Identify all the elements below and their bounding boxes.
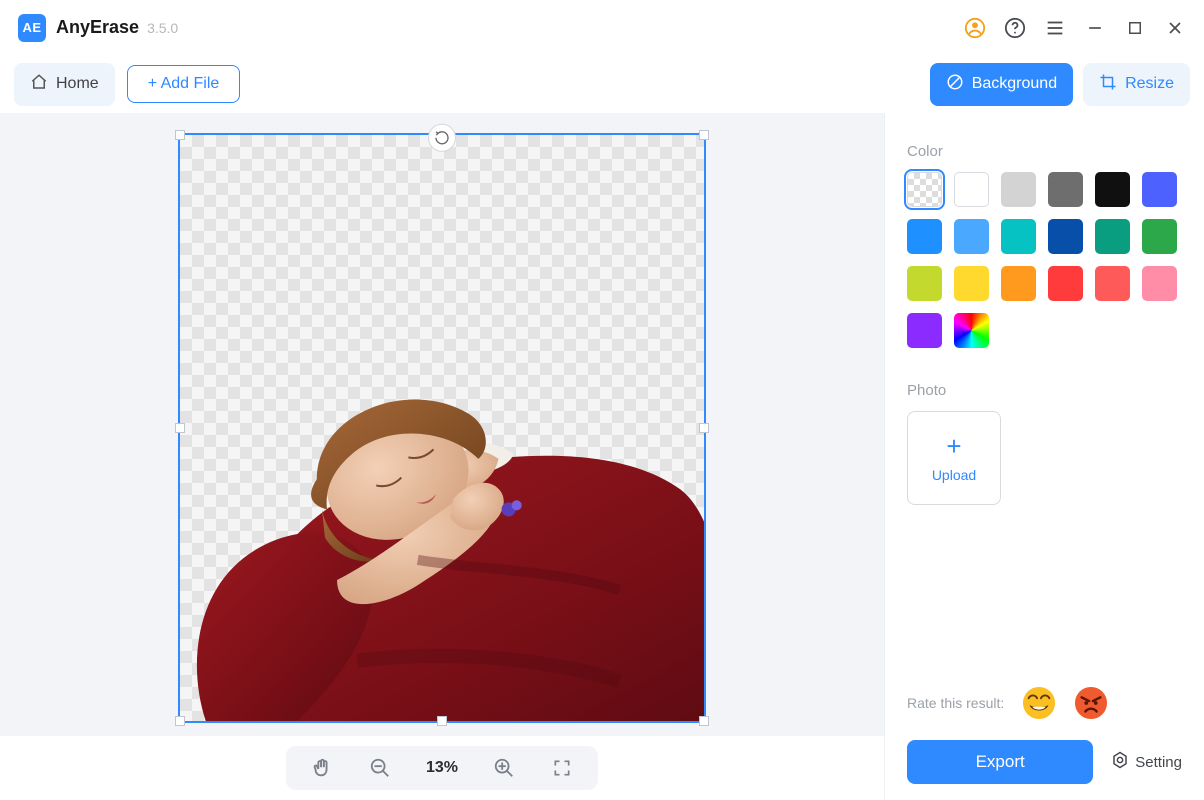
export-label: Export (976, 752, 1025, 772)
plus-icon: + (946, 433, 961, 459)
color-swatch-lime[interactable] (907, 266, 942, 301)
home-label: Home (56, 75, 99, 93)
export-button[interactable]: Export (907, 740, 1093, 784)
zoom-out-icon[interactable] (368, 756, 392, 780)
color-swatch-blue[interactable] (907, 219, 942, 254)
color-swatch-pink[interactable] (1142, 266, 1177, 301)
zoom-value: 13% (426, 759, 458, 777)
color-swatch-orange[interactable] (1001, 266, 1036, 301)
selection-handle[interactable] (699, 130, 709, 140)
selection-handle[interactable] (699, 716, 709, 726)
color-swatch-purple[interactable] (907, 313, 942, 348)
toolbar: Home + Add File Background Resize (0, 55, 1204, 113)
close-icon[interactable] (1164, 17, 1186, 39)
maximize-icon[interactable] (1124, 17, 1146, 39)
color-swatch-transparent[interactable] (907, 172, 942, 207)
setting-button[interactable]: Setting (1111, 751, 1182, 773)
minimize-icon[interactable] (1084, 17, 1106, 39)
color-swatch-light-gray[interactable] (1001, 172, 1036, 207)
crop-icon (1099, 73, 1117, 96)
upload-button[interactable]: + Upload (907, 411, 1001, 505)
color-section-label: Color (907, 143, 1182, 160)
home-button[interactable]: Home (14, 63, 115, 106)
app-name: AnyErase (56, 17, 139, 38)
background-icon (946, 73, 964, 96)
background-button[interactable]: Background (930, 63, 1073, 106)
subject-cutout (180, 358, 704, 721)
color-swatch-cyan[interactable] (1001, 219, 1036, 254)
color-swatch-indigo[interactable] (1142, 172, 1177, 207)
selection-handle[interactable] (175, 130, 185, 140)
color-swatch-green[interactable] (1142, 219, 1177, 254)
titlebar: AE AnyErase 3.5.0 (0, 0, 1204, 55)
setting-label: Setting (1135, 754, 1182, 771)
pan-hand-icon[interactable] (310, 756, 334, 780)
add-file-label: + Add File (148, 75, 220, 93)
app-logo: AE (18, 14, 46, 42)
add-file-button[interactable]: + Add File (127, 65, 241, 103)
color-swatch-sky[interactable] (954, 219, 989, 254)
rotate-handle-icon[interactable] (428, 124, 456, 152)
right-panel: Color Photo + Upload Rate this result: E (884, 113, 1204, 800)
rate-label: Rate this result: (907, 695, 1004, 711)
selection-handle[interactable] (437, 716, 447, 726)
gear-icon (1111, 751, 1129, 773)
color-swatch-coral[interactable] (1095, 266, 1130, 301)
zoom-in-icon[interactable] (492, 756, 516, 780)
background-label: Background (972, 75, 1057, 93)
color-swatch-white[interactable] (954, 172, 989, 207)
upload-label: Upload (932, 467, 976, 483)
fit-screen-icon[interactable] (550, 756, 574, 780)
color-swatches (907, 172, 1182, 348)
color-swatch-teal[interactable] (1095, 219, 1130, 254)
rate-row: Rate this result: (907, 686, 1182, 720)
selection-handle[interactable] (699, 423, 709, 433)
resize-button[interactable]: Resize (1083, 63, 1190, 106)
menu-icon[interactable] (1044, 17, 1066, 39)
selection-handle[interactable] (175, 423, 185, 433)
color-swatch-rainbow[interactable] (954, 313, 989, 348)
color-swatch-yellow[interactable] (954, 266, 989, 301)
zoombar: 13% (0, 736, 884, 800)
app-version: 3.5.0 (147, 20, 178, 36)
selection-handle[interactable] (175, 716, 185, 726)
photo-section-label: Photo (907, 382, 1182, 399)
canvas-area: 13% (0, 113, 884, 800)
home-icon (30, 73, 48, 96)
color-swatch-black[interactable] (1095, 172, 1130, 207)
user-icon[interactable] (964, 17, 986, 39)
color-swatch-red[interactable] (1048, 266, 1083, 301)
color-swatch-navy[interactable] (1048, 219, 1083, 254)
rate-happy-button[interactable] (1022, 686, 1056, 720)
help-icon[interactable] (1004, 17, 1026, 39)
rate-angry-button[interactable] (1074, 686, 1108, 720)
image-canvas[interactable] (178, 133, 706, 723)
color-swatch-gray[interactable] (1048, 172, 1083, 207)
resize-label: Resize (1125, 75, 1174, 93)
